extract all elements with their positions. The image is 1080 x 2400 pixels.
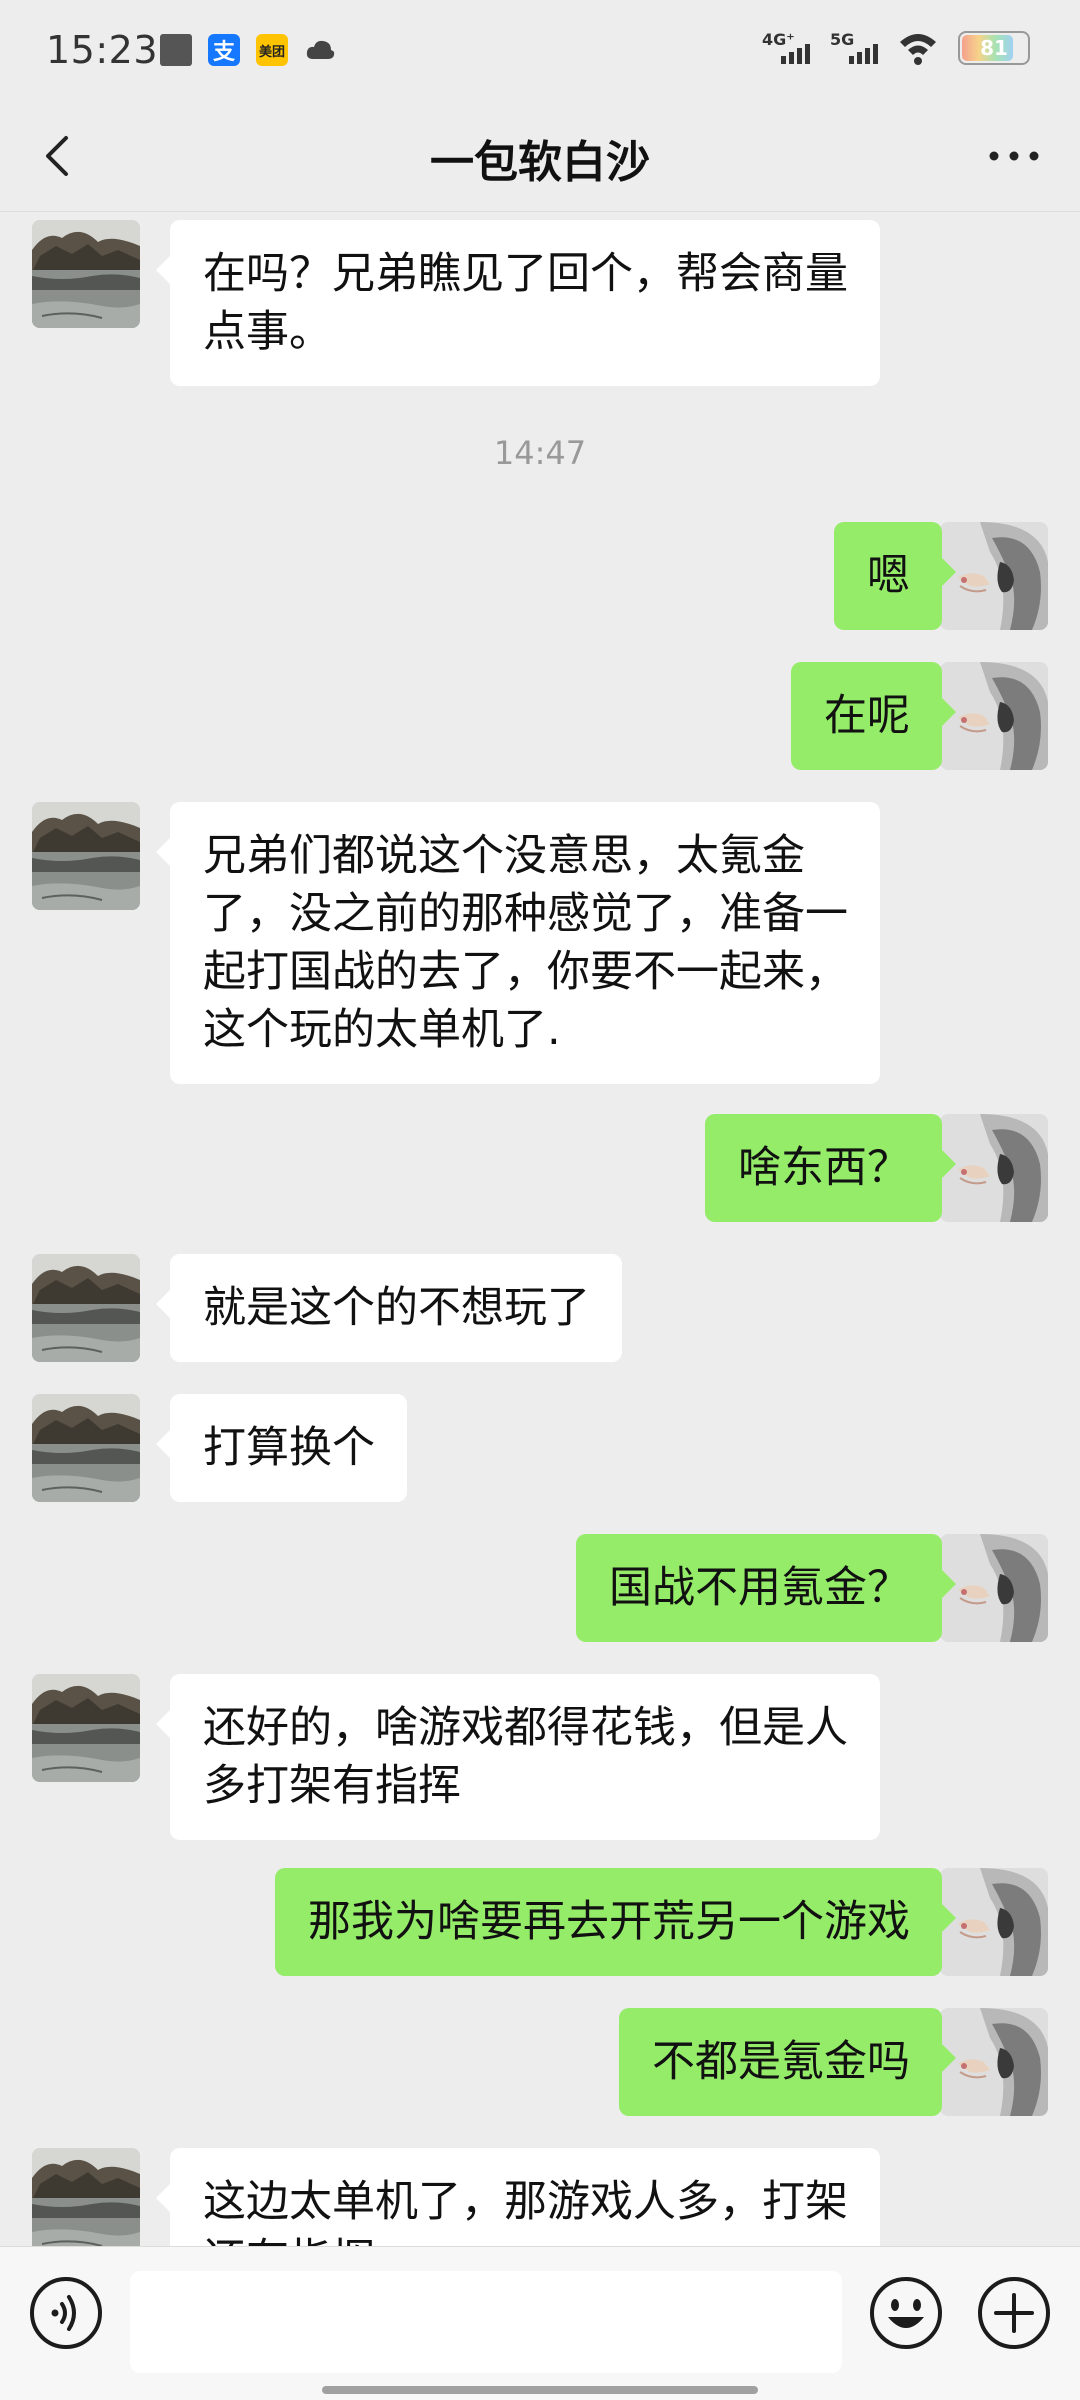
message-input[interactable] (130, 2271, 842, 2373)
alipay-icon: 支 (208, 34, 240, 66)
contact-avatar[interactable] (32, 2148, 140, 2246)
message-line: 在呢 (824, 691, 910, 741)
notification-icons: 支 美团 (160, 34, 336, 66)
message-line: 还好的，啥游戏都得花钱，但是人 (203, 1703, 848, 1753)
emoji-icon[interactable] (868, 2275, 944, 2351)
message-line: 就是这个的不想玩了 (203, 1283, 590, 1333)
message-bubble-outgoing[interactable]: 嗯 (834, 522, 956, 630)
message-line: 还有指挥 (203, 2231, 848, 2246)
plus-circle-icon[interactable] (976, 2275, 1052, 2351)
voice-icon[interactable] (28, 2275, 104, 2351)
message-bubble-outgoing[interactable]: 在呢 (791, 662, 956, 770)
contact-avatar[interactable] (32, 220, 140, 328)
chat-title: 一包软白沙 (430, 137, 650, 188)
my-avatar[interactable] (940, 522, 1048, 630)
message-bubble-incoming[interactable]: 在吗？兄弟瞧见了回个，帮会商量 点事。 (156, 220, 880, 386)
message-line: 那我为啥要再去开荒另一个游戏 (308, 1897, 910, 1947)
signal-5g-icon: 5G (830, 30, 878, 66)
message-line: 这个玩的太单机了. (203, 1005, 561, 1055)
message-bubble-outgoing[interactable]: 不都是氪金吗 (619, 2008, 956, 2116)
system-icons: 4G⁺ 5G 81 (762, 30, 1030, 66)
battery-level: 81 (980, 36, 1008, 60)
cloud-icon (304, 34, 336, 66)
message-timestamp: 14:47 (493, 434, 587, 472)
contact-avatar[interactable] (32, 1394, 140, 1502)
message-line: 嗯 (867, 551, 910, 601)
battery-icon: 81 (958, 31, 1030, 65)
gallery-icon (160, 34, 192, 66)
message-line: 不都是氪金吗 (652, 2037, 910, 2087)
message-bubble-incoming[interactable]: 还好的，啥游戏都得花钱，但是人 多打架有指挥 (156, 1674, 880, 1840)
my-avatar[interactable] (940, 1534, 1048, 1642)
message-bubble-outgoing[interactable]: 啥东西？ (705, 1114, 956, 1222)
message-bubble-outgoing[interactable]: 国战不用氪金？ (576, 1534, 956, 1642)
my-avatar[interactable] (940, 662, 1048, 770)
contact-avatar[interactable] (32, 802, 140, 910)
message-line: 起打国战的去了，你要不一起来， (203, 947, 848, 997)
signal-4g-icon: 4G⁺ (762, 30, 810, 66)
message-bubble-incoming[interactable]: 这边太单机了，那游戏人多，打架 还有指挥 (156, 2148, 880, 2246)
message-bubble-incoming[interactable]: 就是这个的不想玩了 (156, 1254, 622, 1362)
message-line: 在吗？兄弟瞧见了回个，帮会商量 (203, 249, 848, 299)
contact-avatar[interactable] (32, 1254, 140, 1362)
message-line: 打算换个 (203, 1423, 375, 1473)
chat-message-list[interactable]: 在吗？兄弟瞧见了回个，帮会商量 点事。 14:47 嗯 在呢 兄弟们都说这个没意… (0, 212, 1080, 2246)
chat-input-bar (0, 2246, 1080, 2400)
message-line: 兄弟们都说这个没意思，太氪金 (203, 831, 805, 881)
message-bubble-incoming[interactable]: 打算换个 (156, 1394, 407, 1502)
message-line: 多打架有指挥 (203, 1761, 461, 1811)
message-line: 了，没之前的那种感觉了，准备一 (203, 889, 848, 939)
message-line: 点事。 (203, 307, 332, 357)
wifi-icon (900, 34, 936, 65)
message-line: 这边太单机了，那游戏人多，打架 (203, 2177, 848, 2227)
message-bubble-outgoing[interactable]: 那我为啥要再去开荒另一个游戏 (275, 1868, 956, 1976)
message-line: 国战不用氪金？ (609, 1563, 910, 1613)
chat-header: 一包软白沙 (0, 100, 1080, 212)
my-avatar[interactable] (940, 1114, 1048, 1222)
home-indicator[interactable] (322, 2386, 758, 2394)
my-avatar[interactable] (940, 2008, 1048, 2116)
my-avatar[interactable] (940, 1868, 1048, 1976)
more-dots-icon[interactable] (982, 128, 1046, 184)
meituan-icon: 美团 (256, 34, 288, 66)
status-time: 15:23 (46, 28, 159, 72)
message-bubble-incoming[interactable]: 兄弟们都说这个没意思，太氪金 了，没之前的那种感觉了，准备一 起打国战的去了，你… (156, 802, 880, 1084)
status-bar: 15:23 支 美团 4G⁺ 5G 81 (0, 0, 1080, 100)
message-line: 啥东西？ (738, 1143, 910, 1193)
contact-avatar[interactable] (32, 1674, 140, 1782)
